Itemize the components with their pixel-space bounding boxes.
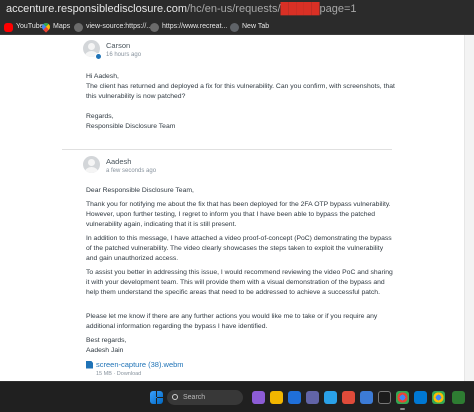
avatar (83, 156, 100, 173)
comment-time: a few seconds ago (106, 168, 157, 174)
search-icon (172, 394, 178, 400)
comment-paragraph: Hi Aadesh, The client has returned and d… (86, 73, 395, 100)
task-view-icon[interactable] (252, 391, 265, 404)
globe-icon (230, 22, 239, 32)
request-page: Carson 16 hours ago Hi Aadesh, The clien… (0, 35, 474, 381)
bookmark-maps[interactable]: Maps (40, 21, 71, 33)
page-scrollbar[interactable] (464, 35, 474, 381)
bookmark-label: Maps (53, 23, 71, 30)
agent-badge-icon (95, 53, 102, 60)
edge-icon[interactable] (324, 391, 337, 404)
bookmark-youtube[interactable]: YouTube (4, 21, 44, 33)
comment-paragraph: To assist you better in addressing this … (86, 269, 393, 296)
taskbar: Search (0, 381, 474, 412)
bookmark-recreat[interactable]: https://www.recreat... (150, 21, 227, 33)
globe-icon (74, 22, 83, 32)
comment-signature: Best regards, Aadesh Jain (86, 337, 127, 354)
bookmark-label: YouTube (16, 23, 44, 30)
maps-icon (40, 21, 52, 33)
globe-icon (150, 22, 159, 32)
comment-signature: Regards, Responsible Disclosure Team (86, 113, 176, 130)
bookmark-view-source[interactable]: view-source:https://... (74, 21, 152, 33)
comment-author: Aadesh (106, 157, 132, 166)
bookmark-label: New Tab (242, 23, 270, 30)
comment-paragraph: Please let me know if there are any furt… (86, 313, 378, 330)
url-path: /hc/en-us/requests/ (186, 3, 281, 15)
file-explorer-icon[interactable] (270, 391, 283, 404)
attachment-name: screen-capture (38).webm (96, 360, 184, 369)
bookmark-new-tab[interactable]: New Tab (230, 21, 269, 33)
url-host: accenture.responsibledisclosure.com (6, 3, 187, 15)
teams-icon[interactable] (306, 391, 319, 404)
bookmark-label: https://www.recreat... (162, 23, 228, 30)
comment-divider (62, 149, 392, 150)
url-redacted: █████ (280, 3, 320, 15)
bookmarks-bar: YouTube Maps view-source:https://... htt… (0, 19, 474, 35)
comment-time: 16 hours ago (106, 52, 142, 58)
app-icon[interactable] (452, 391, 465, 404)
taskbar-search[interactable]: Search (167, 390, 243, 405)
attachment-meta: 15 MB · Download (96, 371, 142, 377)
bookmark-label: view-source:https://... (86, 23, 153, 30)
attachment-link[interactable]: screen-capture (38).webm (86, 360, 184, 369)
comment-author: Carson (106, 41, 131, 50)
app-icon[interactable] (342, 391, 355, 404)
file-icon (86, 360, 93, 369)
chrome-icon[interactable] (396, 391, 409, 404)
youtube-icon (4, 22, 13, 32)
chrome-icon[interactable] (432, 391, 445, 404)
comment-paragraph: Thank you for notifying me about the fix… (86, 201, 391, 228)
app-icon[interactable] (414, 391, 427, 404)
search-label: Search (183, 394, 206, 401)
app-icon[interactable] (378, 391, 391, 404)
app-icon[interactable] (360, 391, 373, 404)
url-query: page=1 (319, 3, 357, 15)
comment-paragraph: Dear Responsible Disclosure Team, (86, 187, 194, 194)
app-icon[interactable] (288, 391, 301, 404)
running-indicator (400, 408, 405, 410)
comment-paragraph: In addition to this message, I have atta… (86, 235, 392, 262)
address-bar[interactable]: accenture.responsibledisclosure.com/hc/e… (0, 0, 474, 19)
windows-start-icon[interactable] (150, 391, 163, 404)
